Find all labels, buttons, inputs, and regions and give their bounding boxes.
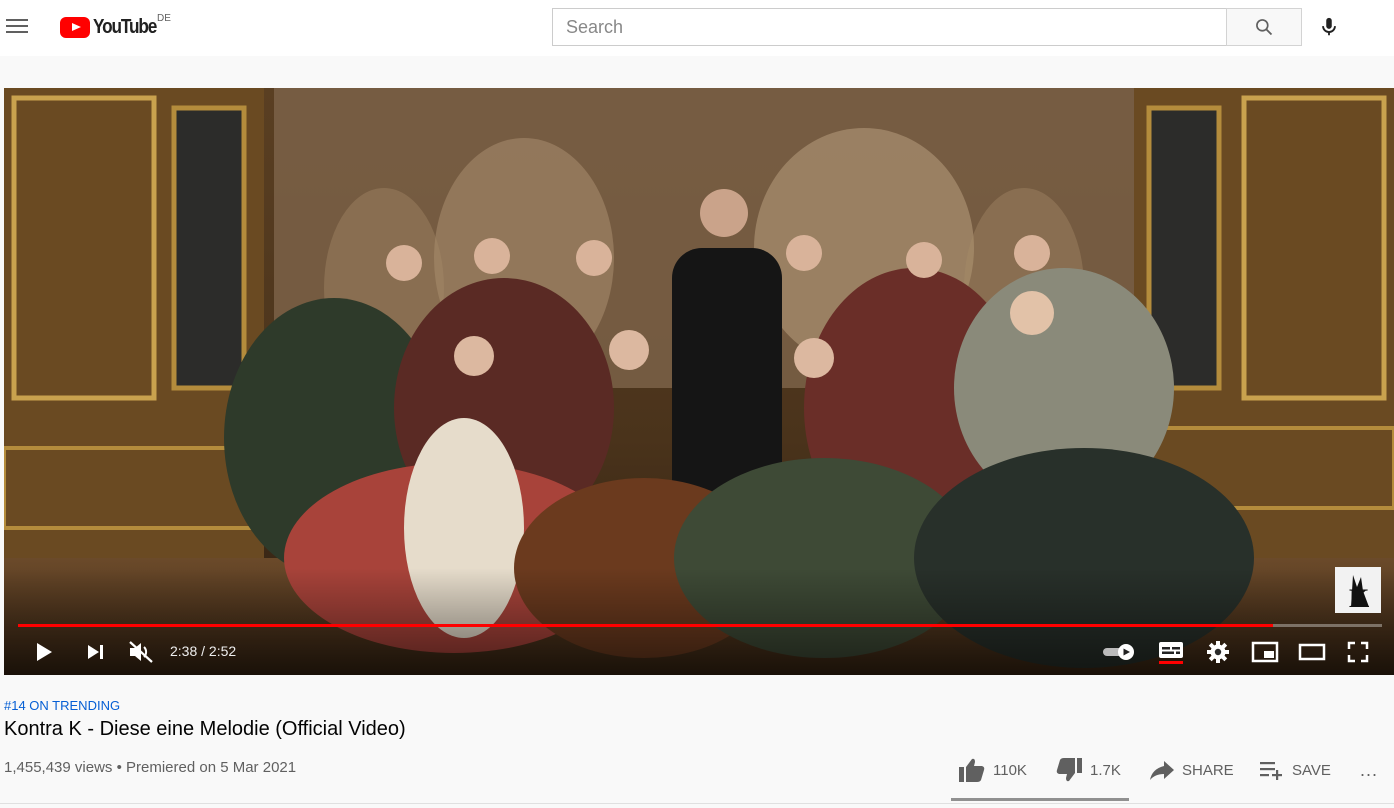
meta-separator: • — [112, 759, 126, 776]
time-separator: / — [197, 643, 209, 659]
video-meta: 1,455,439 views • Premiered on 5 Mar 202… — [4, 759, 296, 776]
miniplayer-button[interactable] — [1249, 636, 1281, 668]
channel-watermark[interactable]: K — [1335, 567, 1381, 613]
subtitles-button[interactable] — [1154, 636, 1188, 668]
time-current: 2:38 — [170, 643, 198, 659]
volume-muted-icon — [129, 641, 153, 663]
voice-search-button[interactable] — [1313, 11, 1345, 43]
theater-mode-button[interactable] — [1296, 636, 1328, 668]
time-display: 2:38 / 2:52 — [170, 643, 236, 659]
share-icon — [1150, 761, 1174, 780]
search-input[interactable] — [553, 9, 1226, 45]
next-icon — [88, 645, 103, 659]
more-actions-button[interactable]: ... — [1360, 756, 1378, 784]
like-count: 110K — [993, 761, 1027, 779]
thumbs-up-icon — [959, 758, 985, 782]
country-code: DE — [157, 13, 171, 24]
fullscreen-icon — [1347, 641, 1369, 663]
miniplayer-icon — [1251, 641, 1279, 663]
add-to-playlist-icon — [1260, 762, 1282, 780]
view-count: 1,455,439 views — [4, 759, 113, 776]
thumbs-down-icon — [1056, 758, 1082, 782]
logo-text: YouTube — [93, 15, 157, 38]
theater-mode-icon — [1298, 643, 1326, 661]
share-button[interactable]: SHARE — [1148, 756, 1234, 784]
subtitles-icon — [1159, 642, 1183, 664]
premiere-date: Premiered on 5 Mar 2021 — [126, 759, 297, 776]
like-button[interactable]: 110K — [957, 756, 1027, 784]
settings-button[interactable] — [1202, 636, 1234, 668]
gear-icon — [1207, 641, 1229, 663]
dislike-button[interactable]: 1.7K — [1054, 756, 1121, 784]
divider — [0, 803, 1394, 804]
menu-icon[interactable] — [6, 14, 30, 38]
channel-logo-icon: K — [1349, 575, 1370, 609]
progress-bar-played — [18, 624, 1273, 627]
youtube-logo[interactable]: YouTube DE — [60, 13, 171, 39]
share-label: SHARE — [1182, 761, 1234, 779]
dislike-count: 1.7K — [1090, 761, 1121, 779]
progress-bar[interactable] — [18, 624, 1382, 627]
youtube-play-logo-icon — [60, 16, 90, 38]
trending-badge[interactable]: #14 ON TRENDING — [4, 698, 120, 713]
autoplay-toggle[interactable] — [1101, 636, 1137, 668]
sentiment-bar — [951, 798, 1129, 801]
play-button[interactable] — [28, 636, 60, 668]
fullscreen-button[interactable] — [1342, 636, 1374, 668]
next-button[interactable] — [80, 636, 112, 668]
save-button[interactable]: SAVE — [1258, 756, 1331, 784]
masthead: YouTube DE — [0, 0, 1394, 56]
more-icon: ... — [1360, 759, 1379, 780]
svg-text:K: K — [1349, 584, 1370, 609]
search-box — [552, 8, 1226, 46]
mute-button[interactable] — [124, 636, 158, 668]
save-label: SAVE — [1292, 761, 1331, 779]
search-button[interactable] — [1226, 8, 1302, 46]
video-player[interactable]: K 2:38 / 2:52 — [4, 88, 1394, 675]
video-title: Kontra K - Diese eine Melodie (Official … — [4, 718, 406, 740]
search-icon — [1256, 19, 1273, 36]
microphone-icon — [1322, 17, 1336, 36]
autoplay-toggle-icon — [1103, 644, 1134, 660]
play-icon — [37, 643, 52, 661]
time-total: 2:52 — [208, 643, 237, 659]
